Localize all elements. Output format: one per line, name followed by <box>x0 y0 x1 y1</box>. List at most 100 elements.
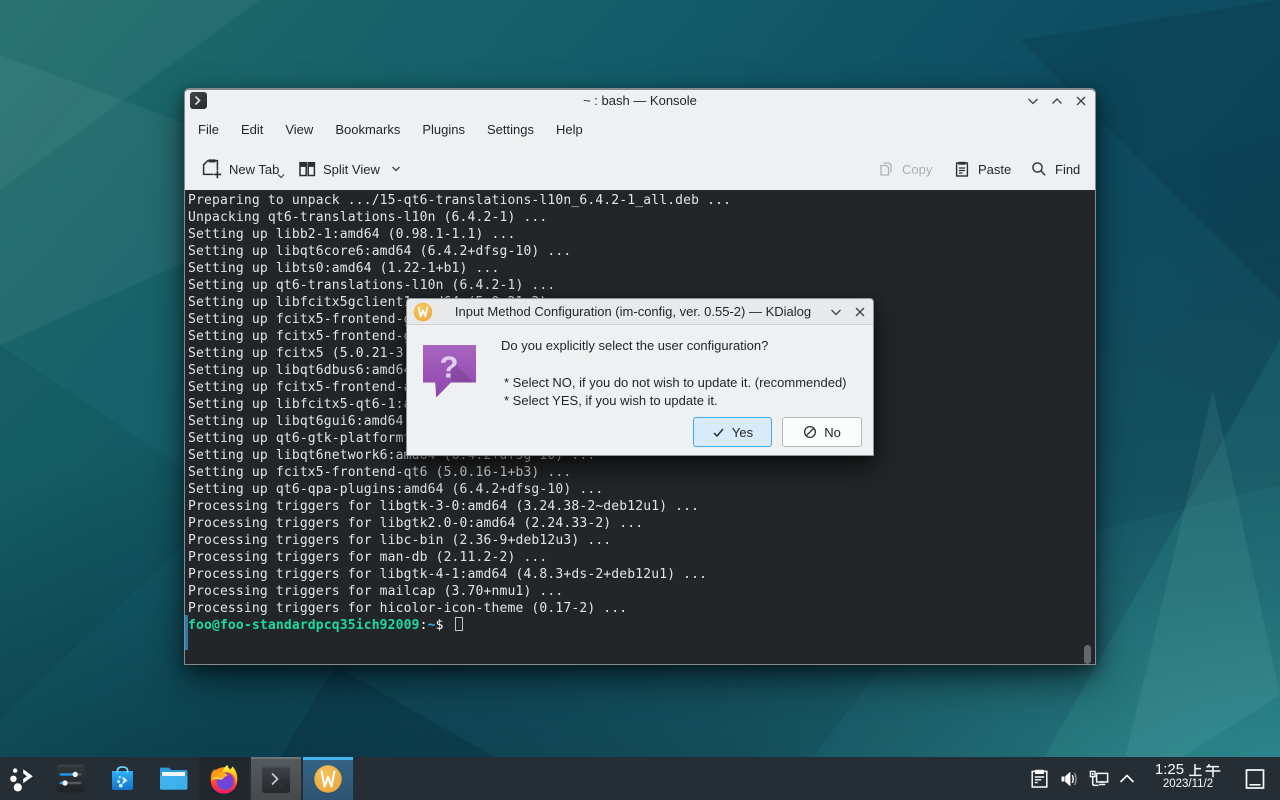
menu-bar: File Edit View Bookmarks Plugins Setting… <box>185 112 1095 148</box>
prompt-user-host: foo@foo-standardpcq35ich92009 <box>188 618 420 633</box>
clock-date: 2023/11/2 <box>1148 778 1228 790</box>
new-tab-label: New Tab <box>229 162 279 177</box>
konsole-icon <box>261 764 291 794</box>
close-button[interactable] <box>1073 93 1089 109</box>
discover-launcher[interactable] <box>106 757 138 800</box>
maximize-button[interactable] <box>1049 93 1065 109</box>
check-icon <box>712 426 725 439</box>
taskbar-panel: 1:25 2023/11/2 <box>0 757 1280 800</box>
copy-label: Copy <box>902 162 932 177</box>
minimize-icon <box>1025 93 1041 109</box>
paste-icon <box>953 160 971 178</box>
dolphin-folder-icon <box>158 764 189 793</box>
terminal-line: Processing triggers for mailcap (3.70+nm… <box>188 583 731 600</box>
window-titlebar[interactable]: ~ : bash — Konsole <box>185 90 1095 112</box>
menu-view[interactable]: View <box>274 112 324 148</box>
terminal-line: Setting up fcitx5-frontend-qt6 (5.0.16-1… <box>188 464 731 481</box>
system-settings-launcher[interactable] <box>54 757 86 800</box>
maximize-icon <box>1049 93 1065 109</box>
kdialog-gold-icon <box>313 764 343 794</box>
dolphin-launcher[interactable] <box>157 757 189 800</box>
terminal-line: Preparing to unpack .../15-qt6-translati… <box>188 192 731 209</box>
copy-button[interactable]: Copy <box>877 148 932 190</box>
terminal-line: Setting up qt6-translations-l10n (6.4.2-… <box>188 277 731 294</box>
dialog-minimize-button[interactable] <box>828 304 844 320</box>
menu-plugins[interactable]: Plugins <box>411 112 476 148</box>
clock-time: 1:25 <box>1148 762 1228 778</box>
firefox-icon <box>208 763 240 795</box>
terminal-line: Setting up qt6-qpa-plugins:amd64 (6.4.2+… <box>188 481 731 498</box>
kdialog-window: Input Method Configuration (im-config, v… <box>406 298 874 456</box>
show-desktop-button[interactable] <box>1240 757 1270 800</box>
question-icon: ? <box>422 344 482 398</box>
menu-bookmarks[interactable]: Bookmarks <box>324 112 411 148</box>
terminal-line: Setting up libts0:amd64 (1.22-1+b1) ... <box>188 260 731 277</box>
clipboard-icon <box>1031 769 1048 788</box>
prompt-colon: : <box>420 618 428 633</box>
chevron-up-icon <box>1119 774 1135 784</box>
menu-edit[interactable]: Edit <box>230 112 274 148</box>
dialog-titlebar[interactable]: Input Method Configuration (im-config, v… <box>407 299 873 325</box>
cancel-icon <box>803 425 817 439</box>
dialog-option-yes: * Select YES, if you wish to update it. <box>504 393 718 408</box>
terminal-line: Processing triggers for man-db (2.11.2-2… <box>188 549 731 566</box>
terminal-line: Setting up libqt6core6:amd64 (6.4.2+dfsg… <box>188 243 731 260</box>
prompt-dollar: $ <box>436 618 444 633</box>
split-view-arrow-icon <box>390 164 402 174</box>
find-button[interactable]: Find <box>1030 148 1080 190</box>
tool-bar: New Tab Split View Copy <box>185 148 1095 190</box>
paste-label: Paste <box>978 162 1011 177</box>
terminal-line: Processing triggers for libc-bin (2.36-9… <box>188 532 731 549</box>
network-wired-icon <box>1089 770 1109 788</box>
network-tray-icon[interactable] <box>1088 757 1110 800</box>
dialog-title: Input Method Configuration (im-config, v… <box>407 299 873 325</box>
discover-icon <box>108 764 137 793</box>
menu-settings[interactable]: Settings <box>476 112 545 148</box>
new-tab-button[interactable]: New Tab <box>202 148 286 190</box>
terminal-line: Setting up libb2-1:amd64 (0.98.1-1.1) ..… <box>188 226 731 243</box>
task-firefox[interactable] <box>199 757 249 800</box>
application-launcher-button[interactable] <box>6 757 38 800</box>
paste-button[interactable]: Paste <box>953 148 1011 190</box>
dialog-minimize-icon <box>828 304 844 320</box>
terminal-line: Processing triggers for hicolor-icon-the… <box>188 600 731 617</box>
copy-icon <box>877 160 895 178</box>
terminal-prompt-line: foo@foo-standardpcq35ich92009:~$ <box>188 617 731 634</box>
dialog-option-no: * Select NO, if you do not wish to updat… <box>504 375 847 390</box>
terminal-line: Processing triggers for libgtk2.0-0:amd6… <box>188 515 731 532</box>
dialog-close-icon <box>852 304 868 320</box>
no-label: No <box>824 425 841 440</box>
find-icon <box>1030 160 1048 178</box>
am-cjk-label <box>1188 763 1221 778</box>
menu-help[interactable]: Help <box>545 112 594 148</box>
kde-launcher-icon <box>8 765 36 793</box>
new-output-indicator <box>185 615 188 650</box>
terminal-line: Unpacking qt6-translations-l10n (6.4.2-1… <box>188 209 731 226</box>
expand-tray-icon[interactable] <box>1117 757 1137 800</box>
volume-tray-icon[interactable] <box>1058 757 1080 800</box>
task-konsole[interactable] <box>251 757 301 800</box>
terminal-line: Processing triggers for libgtk-3-0:amd64… <box>188 498 731 515</box>
clipboard-tray-icon[interactable] <box>1029 757 1049 800</box>
volume-icon <box>1060 770 1079 788</box>
split-view-label: Split View <box>323 162 380 177</box>
dialog-close-button[interactable] <box>852 304 868 320</box>
yes-button[interactable]: Yes <box>693 417 772 447</box>
yes-label: Yes <box>732 425 753 440</box>
close-icon <box>1073 93 1089 109</box>
svg-text:?: ? <box>440 350 459 385</box>
minimize-button[interactable] <box>1025 93 1041 109</box>
scrollbar-thumb[interactable] <box>1084 645 1091 664</box>
terminal-cursor <box>455 617 463 631</box>
terminal-line: Processing triggers for libgtk-4-1:amd64… <box>188 566 731 583</box>
split-view-icon <box>298 160 316 178</box>
question-bubble-icon: ? <box>422 344 482 400</box>
system-settings-icon <box>56 764 85 793</box>
split-view-button[interactable]: Split View <box>298 148 402 190</box>
dialog-heading: Do you explicitly select the user config… <box>501 338 768 353</box>
menu-file[interactable]: File <box>187 112 230 148</box>
new-tab-arrow-icon <box>276 172 286 180</box>
digital-clock[interactable]: 1:25 2023/11/2 <box>1148 757 1228 800</box>
no-button[interactable]: No <box>782 417 862 447</box>
task-kdialog[interactable] <box>303 757 353 800</box>
